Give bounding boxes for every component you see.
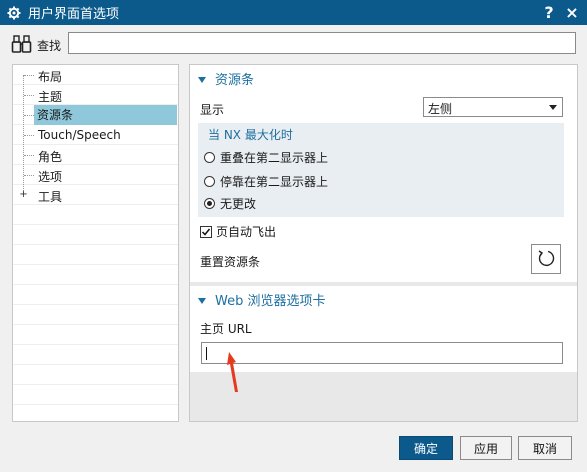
web-browser-section-header[interactable]: Web 浏览器选项卡 [198, 290, 325, 309]
radio-label: 重叠在第二显示器上 [220, 151, 329, 165]
tree-item-role[interactable]: 角色 [13, 145, 178, 165]
display-select[interactable]: 左侧 [423, 97, 563, 117]
annotation-arrow-icon [227, 352, 238, 392]
tree-item-label: 资源条 [34, 105, 177, 125]
cancel-button[interactable]: 取消 [518, 436, 572, 460]
tree-item-label: 角色 [38, 150, 63, 164]
binoculars-icon [11, 33, 33, 55]
radio-circle [204, 176, 215, 187]
collapse-triangle-icon [198, 297, 206, 304]
tree-item-options[interactable]: 选项 [13, 165, 178, 185]
text-caret [206, 347, 207, 360]
search-input[interactable] [68, 32, 576, 54]
auto-flyout-checkbox[interactable]: 页自动飞出 [200, 223, 276, 240]
resource-bar-section-header[interactable]: 资源条 [198, 69, 254, 88]
radio-label: 无更改 [220, 197, 257, 211]
radio-circle-selected [204, 198, 215, 209]
section-title: Web 浏览器选项卡 [215, 294, 326, 309]
chevron-down-icon [549, 105, 557, 110]
collapse-triangle-icon [198, 76, 206, 83]
close-button[interactable]: × [563, 3, 581, 22]
home-url-label: 主页 URL [200, 322, 252, 336]
reset-undo-icon [536, 248, 556, 271]
apply-button[interactable]: 应用 [460, 436, 512, 460]
checkbox-label: 页自动飞出 [216, 225, 277, 239]
title-bar: 用户界面首选项 ? × [0, 0, 587, 25]
checkbox-box [200, 225, 212, 238]
tree-item-label: 主题 [38, 90, 63, 104]
radio-circle [204, 152, 215, 163]
tree-item-label: Touch/Speech [38, 128, 121, 142]
radio-dock-second-monitor[interactable]: 停靠在第二显示器上 [204, 173, 328, 190]
tree-item-theme[interactable]: 主题 [13, 85, 178, 105]
reset-resource-bar-label: 重置资源条 [200, 255, 261, 269]
resource-bar-section: 资源条 显示 左侧 当 NX 最大化时 重叠在第二显示器上 停靠在第二显示器上 … [190, 65, 577, 282]
web-browser-section: Web 浏览器选项卡 主页 URL [190, 286, 577, 372]
tree-item-label: 选项 [38, 170, 63, 184]
radio-no-change[interactable]: 无更改 [204, 195, 256, 212]
home-url-input[interactable] [201, 342, 563, 364]
expand-plus-icon[interactable]: + [19, 190, 28, 200]
ok-button[interactable]: 确定 [399, 436, 453, 460]
settings-panel: 资源条 显示 左侧 当 NX 最大化时 重叠在第二显示器上 停靠在第二显示器上 … [189, 64, 578, 422]
window-title: 用户界面首选项 [28, 7, 120, 22]
radio-overlap-second-monitor[interactable]: 重叠在第二显示器上 [204, 149, 328, 166]
tree-item-layout[interactable]: 布局 [13, 65, 178, 85]
tree-item-tools[interactable]: + 工具 [13, 185, 178, 205]
display-select-value: 左侧 [428, 102, 453, 116]
gear-icon [6, 5, 22, 21]
tree-item-label: 工具 [38, 190, 63, 204]
help-button[interactable]: ? [540, 3, 558, 22]
reset-resource-bar-button[interactable] [531, 244, 561, 274]
search-bar: 查找 [0, 25, 587, 65]
section-title: 资源条 [215, 73, 255, 88]
radio-label: 停靠在第二显示器上 [220, 175, 329, 189]
display-label: 显示 [200, 103, 225, 117]
tree-item-touch-speech[interactable]: Touch/Speech [13, 125, 178, 145]
tree-item-label: 布局 [38, 70, 63, 84]
category-tree: 布局 主题 资源条 Touch/Speech 角色 选项 + 工具 [12, 64, 179, 422]
group-title: 当 NX 最大化时 [208, 128, 293, 142]
search-label: 查找 [37, 39, 62, 53]
maximize-behavior-group: 当 NX 最大化时 重叠在第二显示器上 停靠在第二显示器上 无更改 [198, 123, 564, 217]
tree-item-resource-bar[interactable]: 资源条 [13, 105, 178, 125]
